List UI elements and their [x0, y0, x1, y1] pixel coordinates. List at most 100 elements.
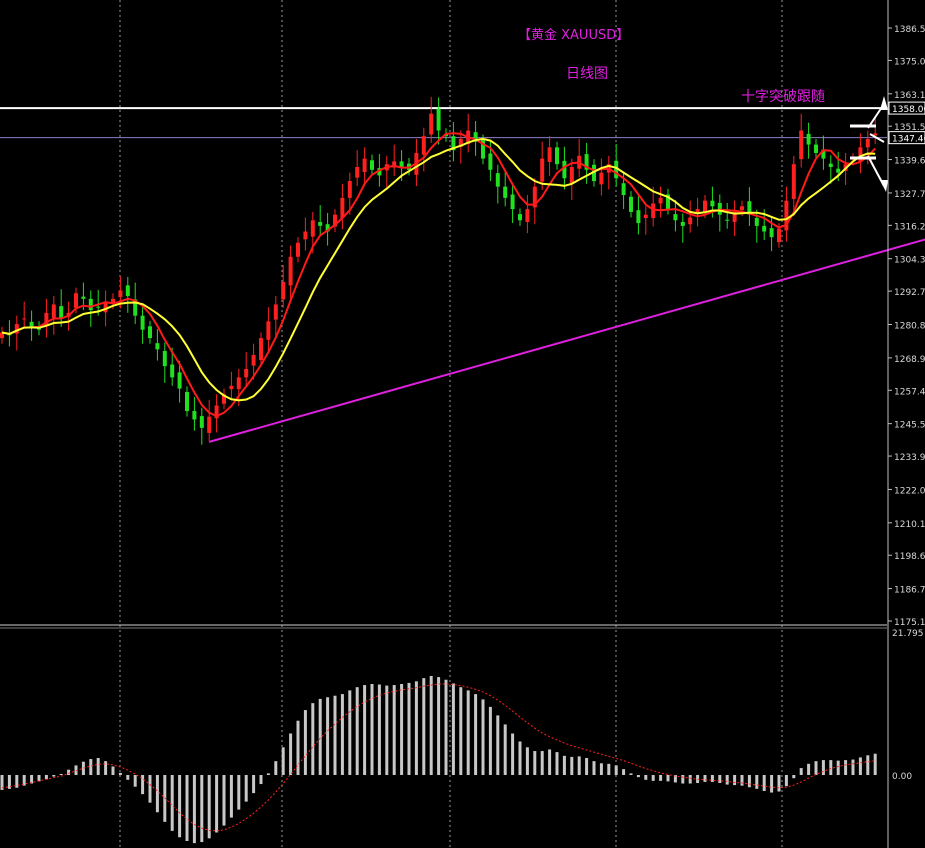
macd-bar: [422, 678, 426, 775]
macd-bar: [274, 761, 278, 775]
macd-bar: [222, 775, 226, 826]
macd-bar: [762, 775, 766, 791]
macd-bar: [333, 695, 337, 775]
candle-body: [140, 315, 145, 330]
macd-bar: [851, 759, 855, 775]
candle-body: [555, 147, 559, 165]
macd-bar: [170, 775, 174, 831]
candle-body: [81, 296, 86, 299]
candle-body: [362, 158, 367, 173]
macd-bar: [873, 753, 877, 775]
macd-bar: [770, 775, 774, 793]
candle-body: [355, 166, 360, 178]
macd-bar: [636, 775, 640, 778]
macd-bar: [67, 769, 71, 775]
price-marker-label: 1358.00: [892, 105, 925, 115]
macd-bar: [688, 775, 692, 784]
macd-bar: [799, 768, 803, 775]
macd-bar: [784, 775, 788, 787]
candle-body: [569, 166, 574, 184]
candle-body: [244, 368, 249, 378]
macd-bar: [518, 741, 522, 775]
macd-bar: [503, 724, 507, 775]
macd-bar: [207, 775, 211, 839]
candle-body: [740, 206, 744, 211]
annotation-label: 十字突破跟随: [741, 89, 825, 105]
macd-bar: [266, 773, 270, 775]
macd-bar: [89, 759, 93, 775]
macd-bar: [844, 760, 848, 775]
candle-body: [703, 200, 707, 213]
price-tick-label: 1245.50: [894, 421, 925, 431]
price-tick-label: 1210.15: [894, 520, 925, 530]
candle-body: [643, 214, 648, 219]
macd-bar: [666, 775, 670, 782]
candle-body: [599, 172, 604, 185]
macd-bar: [777, 775, 781, 792]
candle-body: [828, 163, 833, 167]
macd-bar: [118, 772, 122, 775]
macd-bar: [614, 765, 618, 775]
candle-body: [229, 385, 234, 390]
candle-body: [777, 228, 781, 243]
candle-body: [148, 326, 152, 339]
price-tick-label: 1363.10: [894, 91, 925, 101]
macd-bar: [836, 760, 840, 775]
macd-bar: [577, 756, 581, 775]
macd-bar: [651, 775, 655, 781]
candle-body: [288, 256, 293, 286]
macd-bar: [407, 682, 411, 775]
macd-bar: [659, 775, 663, 781]
macd-bar: [414, 681, 418, 775]
macd-bar: [355, 687, 359, 775]
macd-bar: [289, 733, 293, 775]
candle-body: [836, 168, 841, 173]
candle-body: [303, 231, 308, 240]
candle-body: [762, 225, 767, 232]
macd-bar: [807, 763, 811, 775]
macd-bar: [148, 775, 152, 803]
candle-body: [525, 209, 530, 222]
macd-bar: [44, 775, 48, 780]
macd-bar: [474, 694, 478, 775]
macd-bar: [178, 775, 182, 838]
macd-bar: [126, 775, 130, 780]
candle-body: [429, 113, 434, 135]
price-tick-label: 1198.60: [894, 552, 925, 562]
candle-body: [192, 411, 197, 420]
candle-body: [340, 197, 345, 219]
price-tick-label: 1233.95: [894, 453, 925, 463]
macd-tick-label: 0.00: [892, 772, 912, 782]
price-tick-label: 1280.85: [894, 322, 925, 332]
chart-title: 【黄金 XAUUSD】: [518, 28, 630, 43]
macd-bar: [681, 775, 685, 784]
candle-body: [436, 108, 441, 131]
macd-bar: [540, 751, 544, 775]
price-tick-label: 1175.15: [894, 618, 925, 628]
macd-bar: [858, 757, 862, 775]
candle-body: [695, 209, 700, 213]
macd-bar: [200, 775, 204, 843]
price-tick-label: 1316.20: [894, 222, 925, 232]
macd-bar: [466, 690, 470, 775]
candle-body: [236, 377, 241, 390]
candle-body: [806, 133, 811, 145]
macd-bar: [792, 775, 796, 779]
candle-body: [658, 197, 663, 204]
candle-body: [199, 416, 204, 428]
candle-body: [162, 351, 167, 367]
macd-bar: [303, 710, 307, 775]
macd-bar: [725, 775, 729, 785]
macd-bar: [629, 773, 633, 775]
macd-bar: [570, 756, 574, 775]
macd-bar: [451, 683, 455, 775]
candle-body: [503, 186, 508, 198]
macd-bar: [829, 760, 833, 775]
macd-bar: [215, 775, 219, 833]
price-tick-label: 1386.55: [894, 25, 925, 35]
candle-body: [421, 136, 426, 155]
candle-body: [207, 416, 212, 433]
macd-bar: [429, 676, 433, 775]
macd-bar: [821, 760, 825, 775]
price-tick-label: 1222.05: [894, 486, 925, 496]
